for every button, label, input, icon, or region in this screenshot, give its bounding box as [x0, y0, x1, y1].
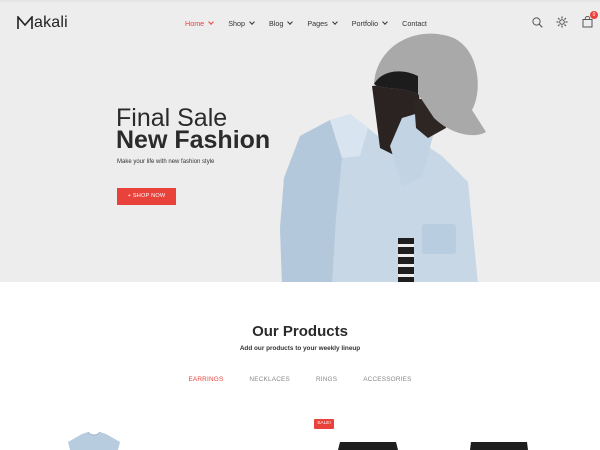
- products-subtitle: Add our products to your weekly lineup: [239, 345, 361, 352]
- settings-button[interactable]: [555, 15, 569, 29]
- shop-now-button[interactable]: + SHOP NOW: [117, 188, 176, 205]
- nav-item-contact[interactable]: Contact: [402, 19, 427, 28]
- nav-item-home[interactable]: Home: [185, 18, 215, 28]
- chevron-down-icon: [287, 19, 294, 25]
- main-nav: Home Shop Blog Pages Portfolio Contact: [185, 16, 442, 30]
- logo-m-mark: [17, 16, 33, 29]
- nav-item-blog[interactable]: Blog: [268, 18, 294, 28]
- nav-label: Home: [185, 18, 205, 28]
- hero-title-line2: New Fashion: [116, 126, 271, 154]
- cart-count-badge: 0: [590, 11, 598, 19]
- hero-model-image: [280, 33, 486, 282]
- product-tabs: EARRINGS NECKLACES RINGS ACCESSORIES: [0, 376, 600, 383]
- tab-earrings[interactable]: EARRINGS: [188, 376, 223, 383]
- tab-accessories[interactable]: ACCESSORIES: [363, 376, 411, 383]
- product-image-tshirt[interactable]: [66, 430, 122, 450]
- nav-label: Pages: [307, 18, 328, 28]
- tab-necklaces[interactable]: NECKLACES: [249, 376, 290, 383]
- nav-item-portfolio[interactable]: Portfolio: [351, 18, 388, 28]
- product-image-black-item-2[interactable]: [468, 440, 530, 450]
- sale-badge: SALE!: [314, 419, 334, 429]
- header-icons: 0: [530, 11, 600, 29]
- site-header: akali Home Shop Blog Pages Portfolio Con…: [0, 8, 600, 38]
- search-button[interactable]: [530, 15, 544, 29]
- chevron-down-icon: [382, 19, 388, 25]
- chevron-down-icon: [331, 19, 338, 25]
- nav-label: Blog: [268, 18, 284, 28]
- cart-button[interactable]: 0: [580, 11, 598, 29]
- nav-label: Portfolio: [351, 18, 379, 28]
- chevron-down-icon: [249, 19, 255, 25]
- gear-icon: [556, 16, 568, 28]
- tab-rings[interactable]: RINGS: [316, 376, 337, 383]
- nav-label: Contact: [402, 18, 427, 28]
- hero-subtitle: Make your life with new fashion style: [117, 159, 215, 165]
- search-icon: [531, 16, 543, 28]
- nav-item-pages[interactable]: Pages: [307, 18, 338, 28]
- logo-text: akali: [34, 14, 68, 31]
- products-title: Our Products: [252, 323, 348, 340]
- nav-label: Shop: [228, 18, 245, 28]
- product-image-black-item[interactable]: [336, 440, 400, 450]
- chevron-down-icon: [208, 19, 215, 25]
- hero-banner: Final Sale New Fashion Make your life wi…: [0, 2, 600, 282]
- logo[interactable]: akali: [17, 13, 68, 33]
- nav-item-shop[interactable]: Shop: [228, 18, 255, 28]
